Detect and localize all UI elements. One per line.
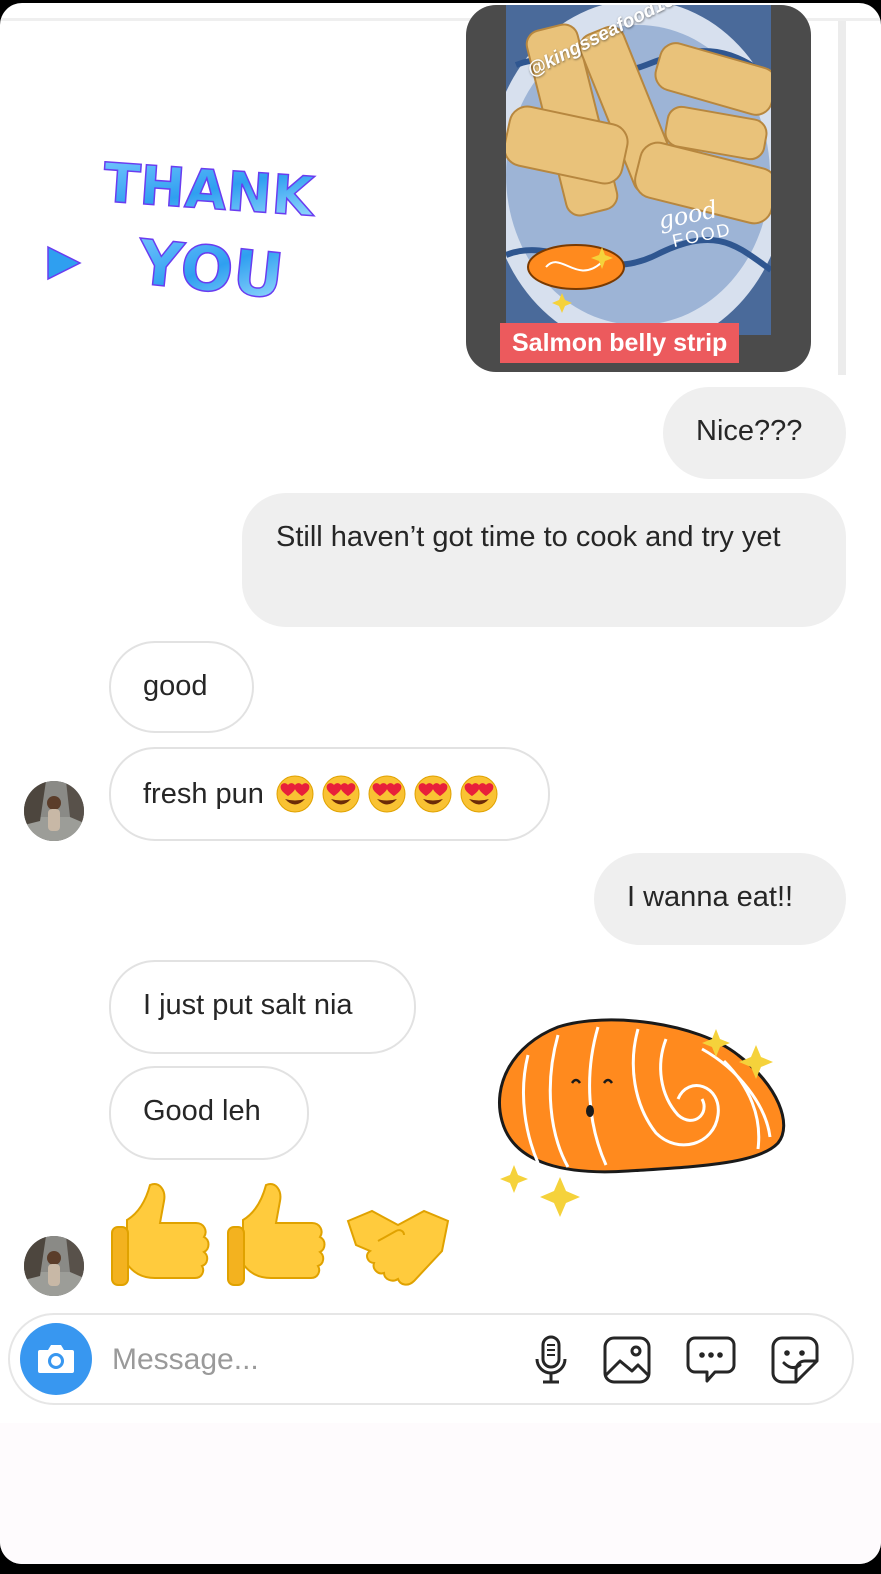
thank-you-sticker-art: THANK YOU: [47, 150, 319, 314]
message-outgoing[interactable]: Nice???: [663, 387, 846, 479]
camera-icon: [38, 1345, 74, 1373]
heart-eyes-emoji-icon: [322, 775, 360, 813]
salmon-sticker[interactable]: [488, 1015, 798, 1225]
avatar-photo: [24, 1236, 84, 1296]
you-text: YOU: [133, 225, 287, 313]
heart-eyes-emoji-row: [276, 775, 498, 813]
arrow-shape: [47, 245, 82, 281]
message-text: fresh pun: [143, 778, 264, 810]
message-input[interactable]: [110, 1333, 494, 1387]
heart-eyes-emoji-icon: [276, 775, 314, 813]
chat-screen: THANK YOU @kingsseafood18 good FOOD Salm…: [0, 3, 881, 1564]
thumbs-up-emoji-icon: [111, 1183, 210, 1286]
sticker-icon: [771, 1336, 819, 1384]
keyboard-area-placeholder: [0, 1423, 881, 1564]
message-text: I wanna eat!!: [627, 881, 794, 913]
gallery-icon: [603, 1336, 651, 1384]
message-text: Nice???: [696, 415, 803, 447]
chat-bubble-icon: [686, 1336, 736, 1383]
handshake-emoji-icon: [346, 1209, 450, 1286]
shared-story-card[interactable]: @kingsseafood18 good FOOD Salmon belly s…: [466, 5, 811, 372]
scroll-indicator: [838, 21, 846, 375]
avatar-photo: [24, 781, 84, 841]
salmon-sticker-art: [497, 1018, 786, 1217]
message-text: I just put salt nia: [143, 989, 353, 1021]
thumbs-up-emoji-icon: [227, 1183, 326, 1286]
message-text: Good leh: [143, 1095, 261, 1127]
chat-bubble-button[interactable]: [684, 1333, 738, 1387]
message-outgoing[interactable]: I wanna eat!!: [594, 853, 846, 945]
microphone-button[interactable]: [524, 1333, 578, 1387]
camera-button[interactable]: [20, 1323, 92, 1395]
avatar[interactable]: [24, 781, 84, 841]
emoji-message[interactable]: [110, 1181, 470, 1301]
message-incoming[interactable]: I just put salt nia: [109, 960, 416, 1054]
story-caption: Salmon belly strip: [500, 323, 740, 363]
message-text: Still haven’t got time to cook and try y…: [276, 521, 781, 553]
message-text: good: [143, 670, 208, 702]
thank-text: THANK: [101, 151, 318, 229]
message-outgoing[interactable]: Still haven’t got time to cook and try y…: [242, 493, 846, 627]
message-composer: [8, 1313, 854, 1405]
thank-you-sticker[interactable]: THANK YOU: [40, 123, 390, 353]
heart-eyes-emoji-icon: [414, 775, 452, 813]
message-incoming[interactable]: good: [109, 641, 254, 733]
message-incoming[interactable]: fresh pun: [109, 747, 550, 841]
message-incoming[interactable]: Good leh: [109, 1066, 309, 1160]
gallery-button[interactable]: [600, 1333, 654, 1387]
sticker-button[interactable]: [768, 1333, 822, 1387]
microphone-icon: [535, 1335, 567, 1384]
heart-eyes-emoji-icon: [460, 775, 498, 813]
avatar[interactable]: [24, 1236, 84, 1296]
heart-eyes-emoji-icon: [368, 775, 406, 813]
emoji-row: [110, 1181, 470, 1291]
